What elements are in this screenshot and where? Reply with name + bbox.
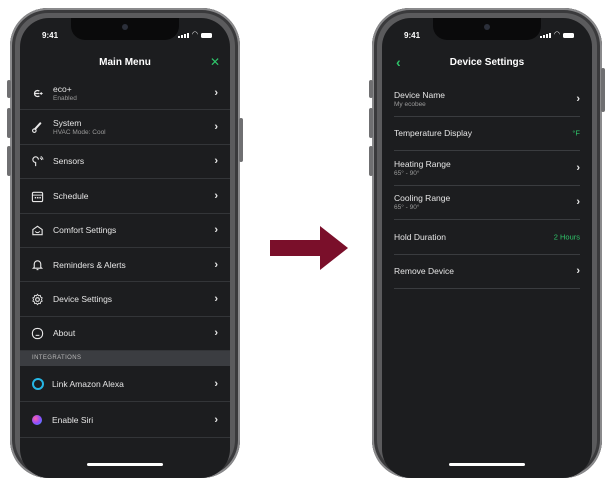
- phone-frame-right: 9:41 ◠ ‹ Device Settings Device Name My e…: [369, 8, 605, 478]
- menu-item-label: System: [53, 118, 82, 129]
- siri-icon: [32, 415, 42, 426]
- menu-item-label: Schedule: [53, 190, 89, 201]
- setting-heating-range[interactable]: Heating Range 65° - 90° ›: [394, 151, 580, 186]
- integration-item-alexa[interactable]: Link Amazon Alexa ›: [20, 366, 230, 403]
- notch: [433, 18, 541, 40]
- comfort-icon: [30, 224, 44, 238]
- close-icon[interactable]: ✕: [210, 55, 220, 69]
- menu-item-device-settings[interactable]: Device Settings ›: [20, 282, 230, 317]
- notch: [71, 18, 179, 40]
- device-settings-screen: 9:41 ◠ ‹ Device Settings Device Name My e…: [382, 18, 592, 478]
- wifi-icon: ◠: [553, 31, 560, 38]
- volume-down-button: [7, 146, 11, 176]
- integration-item-label: Link Amazon Alexa: [52, 378, 124, 389]
- menu-item-system[interactable]: System HVAC Mode: Cool ›: [20, 110, 230, 145]
- setting-cooling-range[interactable]: Cooling Range 65° - 90° ›: [394, 186, 580, 220]
- setting-value: °F: [572, 128, 580, 138]
- menu-item-label: Reminders & Alerts: [53, 259, 126, 270]
- setting-sublabel: 65° - 90°: [394, 169, 420, 177]
- gear-icon: [30, 292, 44, 306]
- mute-switch: [7, 80, 11, 98]
- power-button: [601, 68, 605, 112]
- volume-down-button: [369, 146, 373, 176]
- page-title: Main Menu: [99, 57, 151, 68]
- menu-item-sublabel: HVAC Mode: Cool: [53, 129, 106, 137]
- chevron-right-icon: ›: [214, 189, 218, 202]
- signal-icon: [177, 33, 189, 38]
- setting-label: Hold Duration: [394, 231, 446, 242]
- page-title: Device Settings: [449, 57, 525, 68]
- menu-item-label: Device Settings: [53, 294, 113, 305]
- setting-temperature-display[interactable]: Temperature Display °F: [394, 117, 580, 151]
- bell-icon: [30, 258, 44, 272]
- eco-plus-icon: [30, 86, 44, 100]
- menu-item-sublabel: Enabled: [53, 94, 77, 102]
- main-menu-list: eco+ Enabled › System HVAC Mode: Cool › Se…: [20, 76, 230, 439]
- wifi-icon: ◠: [191, 31, 198, 38]
- chevron-right-icon: ›: [214, 377, 218, 390]
- chevron-right-icon: ›: [214, 293, 218, 306]
- chevron-right-icon: ›: [214, 121, 218, 134]
- menu-item-label: About: [53, 328, 76, 339]
- setting-label: Heating Range: [394, 158, 451, 169]
- menu-item-label: Comfort Settings: [53, 225, 117, 236]
- menu-item-about[interactable]: About ›: [20, 317, 230, 352]
- setting-sublabel: My ecobee: [394, 100, 426, 108]
- chevron-right-icon: ›: [214, 155, 218, 168]
- status-time: 9:41: [404, 31, 421, 40]
- chevron-right-icon: ›: [214, 413, 218, 426]
- integration-item-siri[interactable]: Enable Siri ›: [20, 402, 230, 439]
- transition-arrow-icon: [270, 226, 348, 270]
- home-indicator[interactable]: [449, 463, 525, 466]
- calendar-icon: [30, 189, 44, 203]
- home-indicator[interactable]: [87, 463, 163, 466]
- sensor-icon: [30, 155, 44, 169]
- setting-hold-duration[interactable]: Hold Duration 2 Hours: [394, 220, 580, 255]
- thermometer-icon: [30, 120, 44, 134]
- setting-remove-device[interactable]: Remove Device ›: [394, 255, 580, 289]
- setting-label: Cooling Range: [394, 193, 451, 204]
- menu-item-label: eco+: [53, 83, 72, 94]
- mute-switch: [369, 80, 373, 98]
- volume-up-button: [7, 108, 11, 138]
- setting-label: Temperature Display: [394, 128, 472, 139]
- battery-icon: [201, 33, 212, 38]
- main-menu-nav: Main Menu ✕: [20, 52, 230, 76]
- chevron-right-icon: ›: [214, 327, 218, 340]
- menu-item-label: Sensors: [53, 156, 85, 167]
- camera: [122, 24, 128, 30]
- device-settings-list: Device Name My ecobee › Temperature Displ…: [394, 82, 580, 289]
- chevron-right-icon: ›: [576, 265, 580, 278]
- volume-up-button: [369, 108, 373, 138]
- setting-sublabel: 65° - 90°: [394, 204, 420, 212]
- power-button: [239, 118, 243, 162]
- chevron-right-icon: ›: [214, 258, 218, 271]
- chevron-right-icon: ›: [576, 92, 580, 105]
- setting-label: Remove Device: [394, 266, 454, 277]
- signal-icon: [539, 33, 551, 38]
- setting-label: Device Name: [394, 89, 446, 100]
- status-time: 9:41: [42, 31, 59, 40]
- menu-item-eco-plus[interactable]: eco+ Enabled ›: [20, 76, 230, 111]
- alexa-icon: [32, 378, 44, 391]
- battery-icon: [563, 33, 574, 38]
- info-icon: [30, 327, 44, 341]
- menu-item-reminders-alerts[interactable]: Reminders & Alerts ›: [20, 248, 230, 283]
- chevron-right-icon: ›: [576, 161, 580, 174]
- menu-item-sensors[interactable]: Sensors ›: [20, 145, 230, 180]
- device-settings-nav: ‹ Device Settings: [382, 52, 592, 76]
- chevron-right-icon: ›: [214, 224, 218, 237]
- setting-device-name[interactable]: Device Name My ecobee ›: [394, 82, 580, 117]
- menu-item-schedule[interactable]: Schedule ›: [20, 179, 230, 214]
- main-menu-screen: 9:41 ◠ Main Menu ✕ eco+ Enabled › System…: [20, 18, 230, 478]
- integration-item-label: Enable Siri: [52, 414, 94, 425]
- menu-item-comfort-settings[interactable]: Comfort Settings ›: [20, 214, 230, 248]
- phone-frame-left: 9:41 ◠ Main Menu ✕ eco+ Enabled › System…: [7, 8, 243, 478]
- chevron-right-icon: ›: [214, 86, 218, 99]
- camera: [484, 24, 490, 30]
- setting-value: 2 Hours: [553, 232, 580, 242]
- integrations-section-header: INTEGRATIONS: [20, 351, 230, 367]
- chevron-right-icon: ›: [576, 196, 580, 209]
